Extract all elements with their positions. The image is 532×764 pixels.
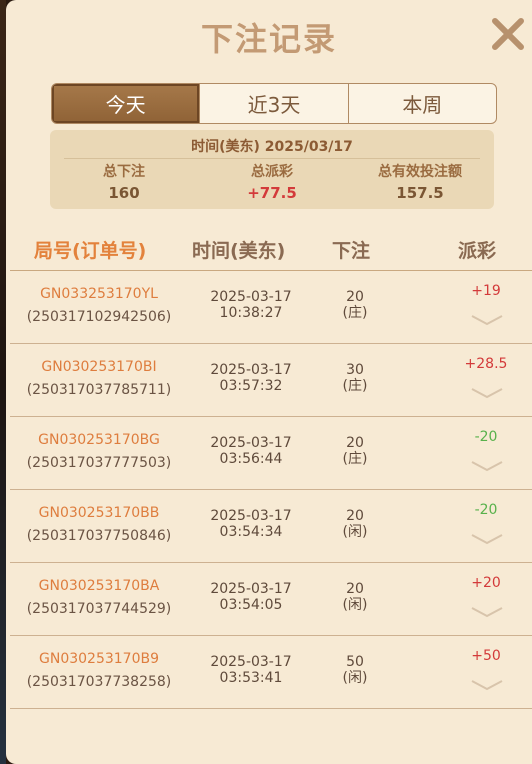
- summary-panel: 时间(美东) 2025/03/17 总下注 160 总派彩 +77.5 总有效投…: [50, 130, 494, 209]
- order-number: (250317037777503): [26, 455, 172, 471]
- bet-datetime: 2025-03-17 03:57:32: [188, 362, 314, 394]
- summary-total-valid: 总有效投注额 157.5: [346, 162, 494, 204]
- summary-date-line: 时间(美东) 2025/03/17: [50, 136, 494, 156]
- bet-info: 30 (庄): [314, 362, 396, 394]
- summary-total-bet: 总下注 160: [50, 162, 198, 204]
- order-number: (250317037785711): [26, 382, 172, 398]
- table-row[interactable]: GN030253170B9 (250317037738258) 2025-03-…: [10, 636, 532, 709]
- summary-time-label: 时间(美东): [191, 139, 260, 155]
- chevron-down-icon[interactable]: [470, 532, 504, 546]
- game-id: GN030253170BG: [38, 432, 160, 448]
- bet-time: 03:56:44: [219, 451, 283, 467]
- payout-value: -20: [474, 502, 498, 518]
- table-row[interactable]: GN030253170BI (250317037785711) 2025-03-…: [10, 344, 532, 417]
- close-icon: [492, 18, 524, 50]
- bet-date: 2025-03-17: [210, 435, 292, 451]
- bet-side: (庄): [342, 451, 368, 467]
- bet-time: 03:54:34: [219, 524, 283, 540]
- bet-datetime: 2025-03-17 03:54:34: [188, 508, 314, 540]
- order-number: (250317037738258): [26, 674, 172, 690]
- total-bet-value: 160: [108, 184, 140, 202]
- bet-time: 10:38:27: [219, 305, 283, 321]
- order-number: (250317037744529): [26, 601, 172, 617]
- bet-time: 03:57:32: [219, 378, 283, 394]
- bet-amount: 20: [346, 289, 364, 305]
- order-number: (250317102942506): [26, 309, 172, 325]
- bet-date: 2025-03-17: [210, 508, 292, 524]
- bet-record-list: GN033253170YL (250317102942506) 2025-03-…: [10, 271, 532, 709]
- bet-datetime: 2025-03-17 03:54:05: [188, 581, 314, 613]
- close-button[interactable]: [488, 14, 528, 54]
- bet-side: (闲): [342, 670, 368, 686]
- bet-info: 20 (庄): [314, 435, 396, 467]
- chevron-down-icon[interactable]: [470, 313, 504, 327]
- tab-last-3-days[interactable]: 近3天: [199, 84, 347, 123]
- total-payout-label: 总派彩: [251, 164, 293, 180]
- column-header-time: 时间(美东): [192, 240, 286, 262]
- bet-time: 03:54:05: [219, 597, 283, 613]
- game-id: GN030253170BI: [41, 359, 157, 375]
- payout-value: +20: [471, 575, 501, 591]
- chevron-down-icon[interactable]: [470, 459, 504, 473]
- bet-side: (闲): [342, 524, 368, 540]
- summary-total-payout: 总派彩 +77.5: [198, 162, 346, 204]
- game-id: GN033253170YL: [40, 286, 158, 302]
- bet-date: 2025-03-17: [210, 654, 292, 670]
- column-header-bet: 下注: [332, 240, 371, 262]
- bet-time: 03:53:41: [219, 670, 283, 686]
- bet-amount: 20: [346, 581, 364, 597]
- bet-side: (庄): [342, 305, 368, 321]
- tab-this-week[interactable]: 本周: [347, 84, 496, 123]
- total-valid-value: 157.5: [396, 184, 444, 202]
- payout-value: +28.5: [464, 356, 508, 372]
- column-header-game-id: 局号(订单号): [34, 240, 147, 262]
- payout-value: -20: [474, 429, 498, 445]
- date-range-tabs: 今天 近3天 本周: [51, 83, 497, 124]
- table-row[interactable]: GN030253170BA (250317037744529) 2025-03-…: [10, 563, 532, 636]
- total-payout-value: +77.5: [247, 184, 297, 202]
- table-row[interactable]: GN030253170BB (250317037750846) 2025-03-…: [10, 490, 532, 563]
- bet-info: 20 (闲): [314, 508, 396, 540]
- total-bet-label: 总下注: [103, 164, 145, 180]
- tab-today[interactable]: 今天: [52, 84, 200, 123]
- bet-side: (闲): [342, 597, 368, 613]
- bet-info: 20 (庄): [314, 289, 396, 321]
- payout-value: +50: [471, 648, 501, 664]
- bet-date: 2025-03-17: [210, 289, 292, 305]
- summary-divider: [64, 158, 480, 159]
- payout-value: +19: [471, 283, 501, 299]
- bet-amount: 20: [346, 508, 364, 524]
- chevron-down-icon[interactable]: [470, 678, 504, 692]
- total-valid-label: 总有效投注额: [378, 164, 462, 180]
- column-header-payout: 派彩: [458, 240, 497, 262]
- game-id: GN030253170BB: [38, 505, 160, 521]
- game-id: GN030253170B9: [39, 651, 159, 667]
- bet-datetime: 2025-03-17 10:38:27: [188, 289, 314, 321]
- dialog-title: 下注记录: [200, 20, 337, 58]
- bet-info: 50 (闲): [314, 654, 396, 686]
- table-header: 局号(订单号) 时间(美东) 下注 派彩: [6, 232, 532, 268]
- bet-datetime: 2025-03-17 03:56:44: [188, 435, 314, 467]
- table-row[interactable]: GN033253170YL (250317102942506) 2025-03-…: [10, 271, 532, 344]
- order-number: (250317037750846): [26, 528, 172, 544]
- bet-side: (庄): [342, 378, 368, 394]
- bet-amount: 30: [346, 362, 364, 378]
- bet-datetime: 2025-03-17 03:53:41: [188, 654, 314, 686]
- game-id: GN030253170BA: [38, 578, 160, 594]
- bet-amount: 50: [346, 654, 364, 670]
- bet-date: 2025-03-17: [210, 581, 292, 597]
- bet-amount: 20: [346, 435, 364, 451]
- chevron-down-icon[interactable]: [470, 386, 504, 400]
- summary-date: 2025/03/17: [264, 139, 353, 155]
- chevron-down-icon[interactable]: [470, 605, 504, 619]
- table-row[interactable]: GN030253170BG (250317037777503) 2025-03-…: [10, 417, 532, 490]
- bet-date: 2025-03-17: [210, 362, 292, 378]
- bet-info: 20 (闲): [314, 581, 396, 613]
- bet-record-dialog: 下注记录 今天 近3天 本周 时间(美东) 2025/03/17 总下注 160…: [6, 0, 532, 764]
